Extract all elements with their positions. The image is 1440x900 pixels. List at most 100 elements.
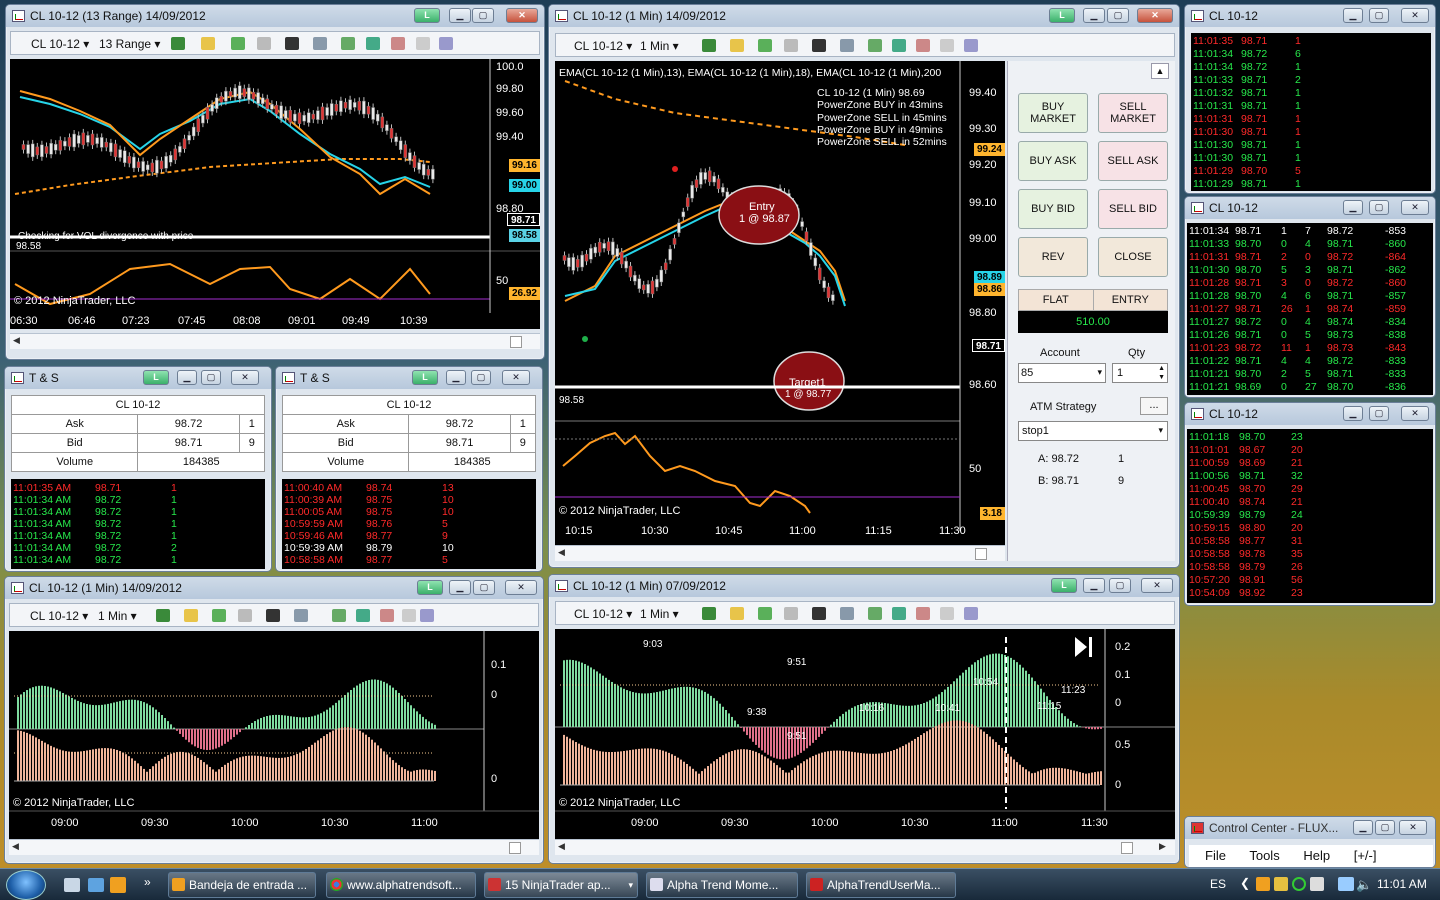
pencil-icon[interactable]	[730, 39, 744, 52]
tray-app-icon[interactable]	[1310, 877, 1324, 891]
chart-properties-icon[interactable]	[391, 37, 405, 50]
taskbar-item-alpha-trend[interactable]: Alpha Trend Mome...	[646, 872, 798, 898]
taskbar-item-pdf[interactable]: AlphaTrendUserMa...	[806, 872, 956, 898]
account-select[interactable]: 85 ▾	[1018, 363, 1106, 383]
start-button[interactable]	[6, 870, 46, 900]
play-to-end-icon[interactable]	[1073, 635, 1095, 657]
strategies-icon[interactable]	[366, 37, 380, 50]
scroll-left-icon[interactable]: ◀	[558, 547, 565, 558]
menu-tools[interactable]: Tools	[1249, 848, 1279, 863]
arrow-tool-icon[interactable]	[238, 609, 252, 622]
chart-properties-icon[interactable]	[380, 609, 394, 622]
link-L-icon[interactable]: L	[412, 370, 438, 385]
instrument-select[interactable]: CL 10-12 ▾	[31, 37, 89, 51]
menu-help[interactable]: Help	[1303, 848, 1330, 863]
outlook-icon[interactable]	[110, 877, 126, 893]
explorer-icon[interactable]	[88, 878, 104, 892]
scroll-left-icon[interactable]: ◀	[13, 335, 20, 346]
atm-strategy-select[interactable]: stop1 ▾	[1018, 421, 1168, 441]
collapse-panel-icon[interactable]: ▲	[1151, 63, 1169, 79]
minimize-icon[interactable]: ▁	[177, 370, 197, 385]
scroll-thumb[interactable]	[510, 336, 522, 348]
title-bar[interactable]: CL 10-12 (1 Min) 14/09/2012 L ▁ ▢ ✕	[549, 5, 1179, 27]
data-box-icon[interactable]	[940, 39, 954, 52]
language-indicator[interactable]: ES	[1210, 877, 1226, 891]
close-icon[interactable]: ✕	[502, 370, 530, 385]
quicklaunch-more-icon[interactable]: »	[144, 875, 151, 889]
draw-icon[interactable]	[231, 37, 245, 50]
close-icon[interactable]: ✕	[231, 370, 259, 385]
zoom-icon[interactable]	[313, 37, 327, 50]
maximize-icon[interactable]: ▢	[471, 370, 491, 385]
data-box-icon[interactable]	[416, 37, 430, 50]
tray-app-icon[interactable]	[1292, 877, 1306, 891]
trade-list[interactable]: 11:00:40 AM 98.74 13 11:00:39 AM 98.75 10 11:0…	[282, 479, 536, 569]
title-bar[interactable]: CL 10-12 ▁ ▢ ✕	[1185, 403, 1435, 425]
taskbar-item-mail[interactable]: Bandeja de entrada ...	[168, 872, 316, 898]
close-icon[interactable]: ✕	[1401, 8, 1429, 23]
title-bar[interactable]: CL 10-12 (1 Min) 07/09/2012 L ▁ ▢ ✕	[549, 575, 1179, 597]
minimize-icon[interactable]: ▁	[1353, 820, 1373, 835]
minimize-icon[interactable]: ▁	[446, 370, 466, 385]
pencil-icon[interactable]	[184, 609, 198, 622]
close-icon[interactable]: ✕	[506, 8, 538, 23]
maximize-icon[interactable]: ▢	[1369, 8, 1389, 23]
minimize-icon[interactable]: ▁	[449, 580, 471, 595]
bars-icon[interactable]	[171, 37, 185, 50]
maximize-icon[interactable]: ▢	[201, 370, 221, 385]
chart-trader-icon[interactable]	[420, 609, 434, 622]
tick-list[interactable]: 11:01:34 98.71 1 7 98.72 -853 11:01:33 98.70 0 4 9…	[1187, 223, 1433, 395]
taskbar-item-ninjatrader[interactable]: 15 NinjaTrader ap... ▾	[484, 872, 638, 898]
title-bar[interactable]: T & S L ▁ ▢ ✕	[276, 367, 542, 389]
chart-trader-icon[interactable]	[439, 37, 453, 50]
strategies-icon[interactable]	[356, 609, 370, 622]
close-icon[interactable]: ✕	[1401, 406, 1429, 421]
minimize-icon[interactable]: ▁	[1343, 200, 1363, 215]
data-box-icon[interactable]	[940, 607, 954, 620]
link-L-icon[interactable]: L	[417, 580, 443, 595]
atm-edit-button[interactable]: ...	[1140, 397, 1168, 415]
interval-select[interactable]: 1 Min ▾	[98, 609, 137, 623]
tray-app-icon[interactable]	[1256, 877, 1270, 891]
instrument-select[interactable]: CL 10-12 ▾	[574, 607, 632, 621]
horizontal-scrollbar[interactable]: ◀ ▶	[555, 839, 1175, 855]
stepper-arrows-icon[interactable]: ▲ ▼	[1158, 364, 1165, 382]
minimize-icon[interactable]: ▁	[1083, 8, 1105, 23]
taskbar-item-browser[interactable]: www.alphatrendsoft...	[326, 872, 476, 898]
instrument-select[interactable]: CL 10-12 ▾	[574, 39, 632, 53]
maximize-icon[interactable]: ▢	[1107, 8, 1129, 23]
crosshair-icon[interactable]	[812, 607, 826, 620]
link-L-icon[interactable]: L	[143, 370, 169, 385]
buy-ask-button[interactable]: BUY ASK	[1018, 141, 1088, 181]
maximize-icon[interactable]: ▢	[473, 580, 495, 595]
qty-stepper[interactable]: 1 ▲ ▼	[1112, 363, 1168, 383]
sell-ask-button[interactable]: SELL ASK	[1098, 141, 1168, 181]
title-bar[interactable]: CL 10-12 (1 Min) 14/09/2012 L ▁ ▢ ✕	[5, 577, 543, 599]
bars-icon[interactable]	[156, 609, 170, 622]
maximize-icon[interactable]: ▢	[1369, 200, 1389, 215]
close-icon[interactable]: ✕	[1401, 200, 1429, 215]
volume-icon[interactable]: 🔈	[1356, 877, 1372, 893]
zoom-icon[interactable]	[294, 609, 308, 622]
buy-bid-button[interactable]: BUY BID	[1018, 189, 1088, 229]
chart-properties-icon[interactable]	[916, 607, 930, 620]
horizontal-scrollbar[interactable]: ◀	[10, 333, 540, 349]
arrow-tool-icon[interactable]	[784, 39, 798, 52]
bars-icon[interactable]	[702, 607, 716, 620]
system-clock[interactable]: 11:01 AM	[1377, 877, 1427, 891]
arrow-tool-icon[interactable]	[257, 37, 271, 50]
minimize-icon[interactable]: ▁	[1343, 406, 1363, 421]
link-L-icon[interactable]: L	[1049, 8, 1075, 23]
close-icon[interactable]: ✕	[1137, 8, 1173, 23]
crosshair-icon[interactable]	[812, 39, 826, 52]
link-L-icon[interactable]: L	[1051, 578, 1077, 593]
title-bar[interactable]: T & S L ▁ ▢ ✕	[5, 367, 271, 389]
sell-bid-button[interactable]: SELL BID	[1098, 189, 1168, 229]
menu-expand[interactable]: [+/-]	[1354, 848, 1377, 863]
indicators-icon[interactable]	[332, 609, 346, 622]
scroll-right-icon[interactable]: ▶	[1159, 841, 1166, 852]
indicators-icon[interactable]	[341, 37, 355, 50]
strategies-icon[interactable]	[892, 39, 906, 52]
interval-select[interactable]: 1 Min ▾	[640, 39, 679, 53]
crosshair-icon[interactable]	[266, 609, 280, 622]
